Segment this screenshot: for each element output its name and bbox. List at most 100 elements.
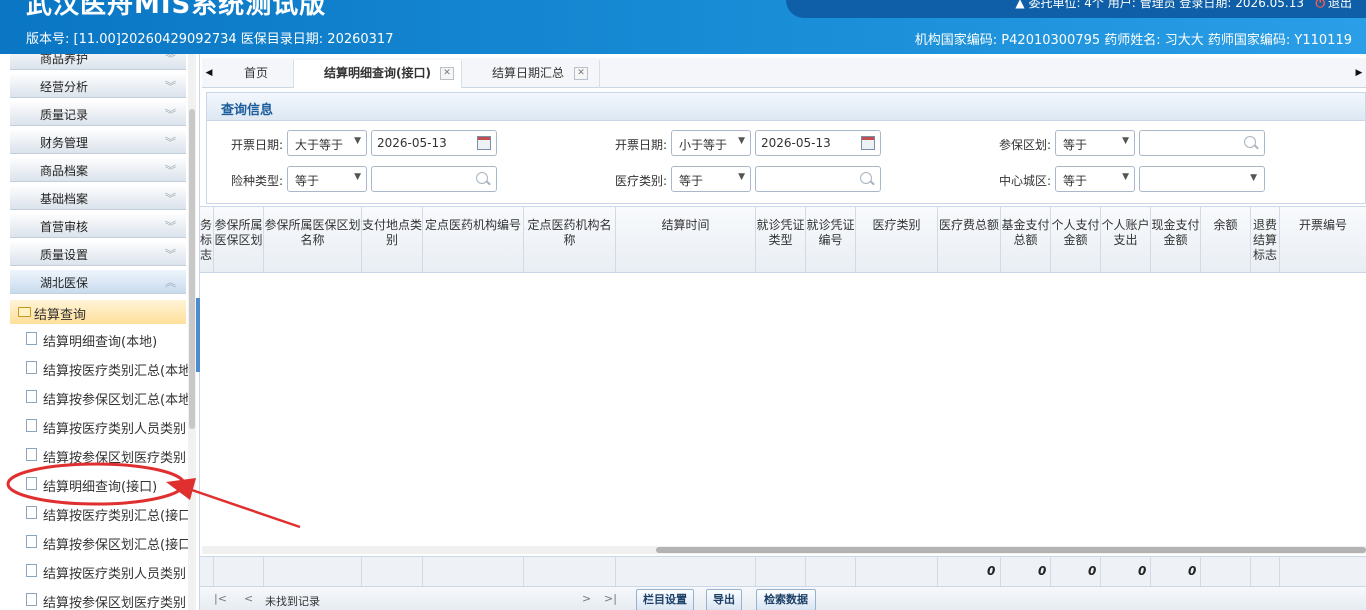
sidebar-accordion-hubei-medical-insurance[interactable]: 湖北医保 ︽ [10, 270, 186, 294]
retrieve-data-button[interactable]: 检索数据 [756, 589, 816, 610]
sidebar-scrollbar-thumb[interactable] [189, 109, 195, 429]
tab-scroll-left-icon[interactable]: ◀ [202, 58, 216, 88]
next-page-icon[interactable]: > [582, 592, 591, 605]
search-icon[interactable] [860, 172, 872, 184]
sidebar-item-detail-local[interactable]: 结算明细查询(本地) [26, 328, 190, 350]
sidebar-accordion-goods-archive[interactable]: 商品档案 ︾ [10, 158, 186, 182]
insurance-type-operator[interactable]: 等于 ▼ [287, 166, 367, 192]
summary-cell [362, 557, 423, 587]
col-institution-code[interactable]: 定点医药机构编号 [423, 207, 524, 273]
first-page-icon[interactable]: |< [214, 592, 227, 605]
col-settlement-time[interactable]: 结算时间 [616, 207, 756, 273]
col-invoice-number[interactable]: 开票编号 [1280, 207, 1366, 273]
document-icon [26, 593, 37, 606]
insured-region-input[interactable] [1139, 130, 1265, 156]
tab-label: 首页 [244, 66, 269, 80]
col-personal-payment[interactable]: 个人支付 金额 [1051, 207, 1101, 273]
grid-horizontal-scrollbar-thumb[interactable] [656, 547, 1366, 553]
sidebar-accordion-business-analysis[interactable]: 经营分析 ︾ [10, 74, 186, 98]
insured-region-operator[interactable]: 等于 ▼ [1055, 130, 1135, 156]
col-insured-region[interactable]: 参保所属 医保区划 [214, 207, 264, 273]
document-icon [26, 361, 37, 374]
sidebar-folder-settlement-query[interactable]: 结算查询 [10, 300, 186, 324]
summary-cell [200, 557, 214, 587]
document-icon [26, 506, 37, 519]
personal-payment-sum: 0 [1088, 564, 1097, 578]
logout-button[interactable]: ⏻ 退出 [1315, 0, 1352, 11]
medical-type-input[interactable] [755, 166, 881, 192]
chevron-down-icon: ︾ [165, 220, 176, 233]
col-personal-account[interactable]: 个人账户 支出 [1101, 207, 1151, 273]
sidebar-accordion-quality-records[interactable]: 质量记录 ︾ [10, 102, 186, 126]
invoice-date-from-label: 开票日期: [230, 138, 283, 152]
tab-scroll-right-icon[interactable]: ▶ [1352, 58, 1366, 88]
invoice-date-from-operator[interactable]: 大于等于 ▼ [287, 130, 367, 156]
search-icon[interactable] [1244, 136, 1256, 148]
calendar-icon[interactable] [861, 136, 875, 150]
chevron-down-icon: ︾ [165, 192, 176, 205]
sidebar-accordion-base-archive[interactable]: 基础档案 ︾ [10, 186, 186, 210]
invoice-date-from-input[interactable]: 2026-05-13 [371, 130, 497, 156]
close-icon[interactable]: ✕ [440, 67, 454, 80]
invoice-date-to-input[interactable]: 2026-05-13 [755, 130, 881, 156]
prev-page-icon[interactable]: < [244, 592, 253, 605]
col-medical-type[interactable]: 医疗类别 [856, 207, 938, 273]
medical-type-label: 医疗类别: [614, 174, 667, 188]
dropdown-arrow-icon: ▼ [354, 136, 361, 146]
sidebar: 商品养护 ︾ 经营分析 ︾ 质量记录 ︾ 财务管理 ︾ 商品档案 ︾ 基础档案 ︾ 首营审核… [0, 54, 200, 610]
grid-header: 务标志 参保所属 医保区划 参保所属医保区划 名称 支付地点类别 定点医药机构编号 … [200, 207, 1366, 273]
sidebar-item-by-medical-type-interface[interactable]: 结算按医疗类别汇总(接口 [26, 502, 190, 524]
col-institution-name[interactable]: 定点医药机构名称 [524, 207, 616, 273]
summary-cell [524, 557, 616, 587]
calendar-icon[interactable] [477, 136, 491, 150]
grid-horizontal-scrollbar[interactable] [202, 546, 1366, 554]
tab-home[interactable]: 首页 [218, 60, 294, 88]
sidebar-item-label: 结算按参保区划医疗类别 [43, 596, 187, 610]
sidebar-item-by-medical-person-type[interactable]: 结算按医疗类别人员类别 [26, 415, 190, 437]
export-button[interactable]: 导出 [706, 589, 742, 610]
col-visit-credential-no[interactable]: 就诊凭证 编号 [806, 207, 856, 273]
col-refund-flag[interactable]: 退费 结算 标志 [1251, 207, 1280, 273]
search-icon[interactable] [476, 172, 488, 184]
sidebar-item-label: 结算按医疗类别汇总(本地 [43, 364, 190, 379]
sidebar-item-detail-interface[interactable]: 结算明细查询(接口) [26, 473, 190, 495]
sidebar-item-by-medical-person-type-interface[interactable]: 结算按医疗类别人员类别 [26, 560, 190, 582]
grid-summary-row: 0 0 0 0 0 [200, 556, 1366, 587]
col-fund-payment[interactable]: 基金支付 总额 [1001, 207, 1051, 273]
central-district-select[interactable]: ▼ [1139, 166, 1265, 192]
app-header: 武汉医舟MIS系统测试版 版本号: [11.00]20260429092734 … [0, 0, 1366, 54]
tab-settlement-date-summary[interactable]: 结算日期汇总 ✕ [462, 60, 600, 88]
tab-settlement-detail-interface[interactable]: 结算明细查询(接口) ✕ [294, 60, 462, 88]
medical-type-operator[interactable]: 等于 ▼ [671, 166, 751, 192]
sidebar-accordion-goods-care[interactable]: 商品养护 ︾ [10, 54, 186, 70]
operator-value: 等于 [1063, 138, 1088, 152]
sidebar-accordion-first-review[interactable]: 首营审核 ︾ [10, 214, 186, 238]
column-settings-button[interactable]: 栏目设置 [636, 589, 694, 610]
document-icon [26, 419, 37, 432]
sidebar-item-by-region-medical-type-interface[interactable]: 结算按参保区划医疗类别 [26, 589, 190, 610]
sidebar-accordion-quality-settings[interactable]: 质量设置 ︾ [10, 242, 186, 266]
sidebar-item-by-region-medical-type[interactable]: 结算按参保区划医疗类别 [26, 444, 190, 466]
close-icon[interactable]: ✕ [574, 67, 588, 80]
col-balance[interactable]: 余额 [1201, 207, 1251, 273]
invoice-date-to-operator[interactable]: 小于等于 ▼ [671, 130, 751, 156]
col-total-medical-cost[interactable]: 医疗费总额 [938, 207, 1001, 273]
col-visit-credential-type[interactable]: 就诊凭证 类型 [756, 207, 806, 273]
chevron-up-icon: ︽ [165, 276, 176, 289]
col-cash-payment[interactable]: 现金支付 金额 [1151, 207, 1201, 273]
insurance-type-input[interactable] [371, 166, 497, 192]
sidebar-item-by-region-local[interactable]: 结算按参保区划汇总(本地 [26, 386, 190, 408]
col-payment-location-type[interactable]: 支付地点类别 [362, 207, 423, 273]
sidebar-item-label: 结算按医疗类别汇总(接口 [43, 509, 190, 524]
sidebar-item-by-region-interface[interactable]: 结算按参保区划汇总(接口 [26, 531, 190, 553]
central-district-operator[interactable]: 等于 ▼ [1055, 166, 1135, 192]
col-insured-region-name[interactable]: 参保所属医保区划 名称 [264, 207, 362, 273]
sidebar-item-by-medical-type-local[interactable]: 结算按医疗类别汇总(本地 [26, 357, 190, 379]
dropdown-arrow-icon: ▼ [738, 172, 745, 182]
sidebar-accordion-finance[interactable]: 财务管理 ︾ [10, 130, 186, 154]
last-page-icon[interactable]: >| [604, 592, 617, 605]
pager-status: 未找到记录 [265, 595, 320, 608]
sidebar-scrollbar[interactable] [188, 54, 196, 610]
col-flag[interactable]: 务标志 [200, 207, 214, 273]
chevron-down-icon: ︾ [165, 248, 176, 261]
